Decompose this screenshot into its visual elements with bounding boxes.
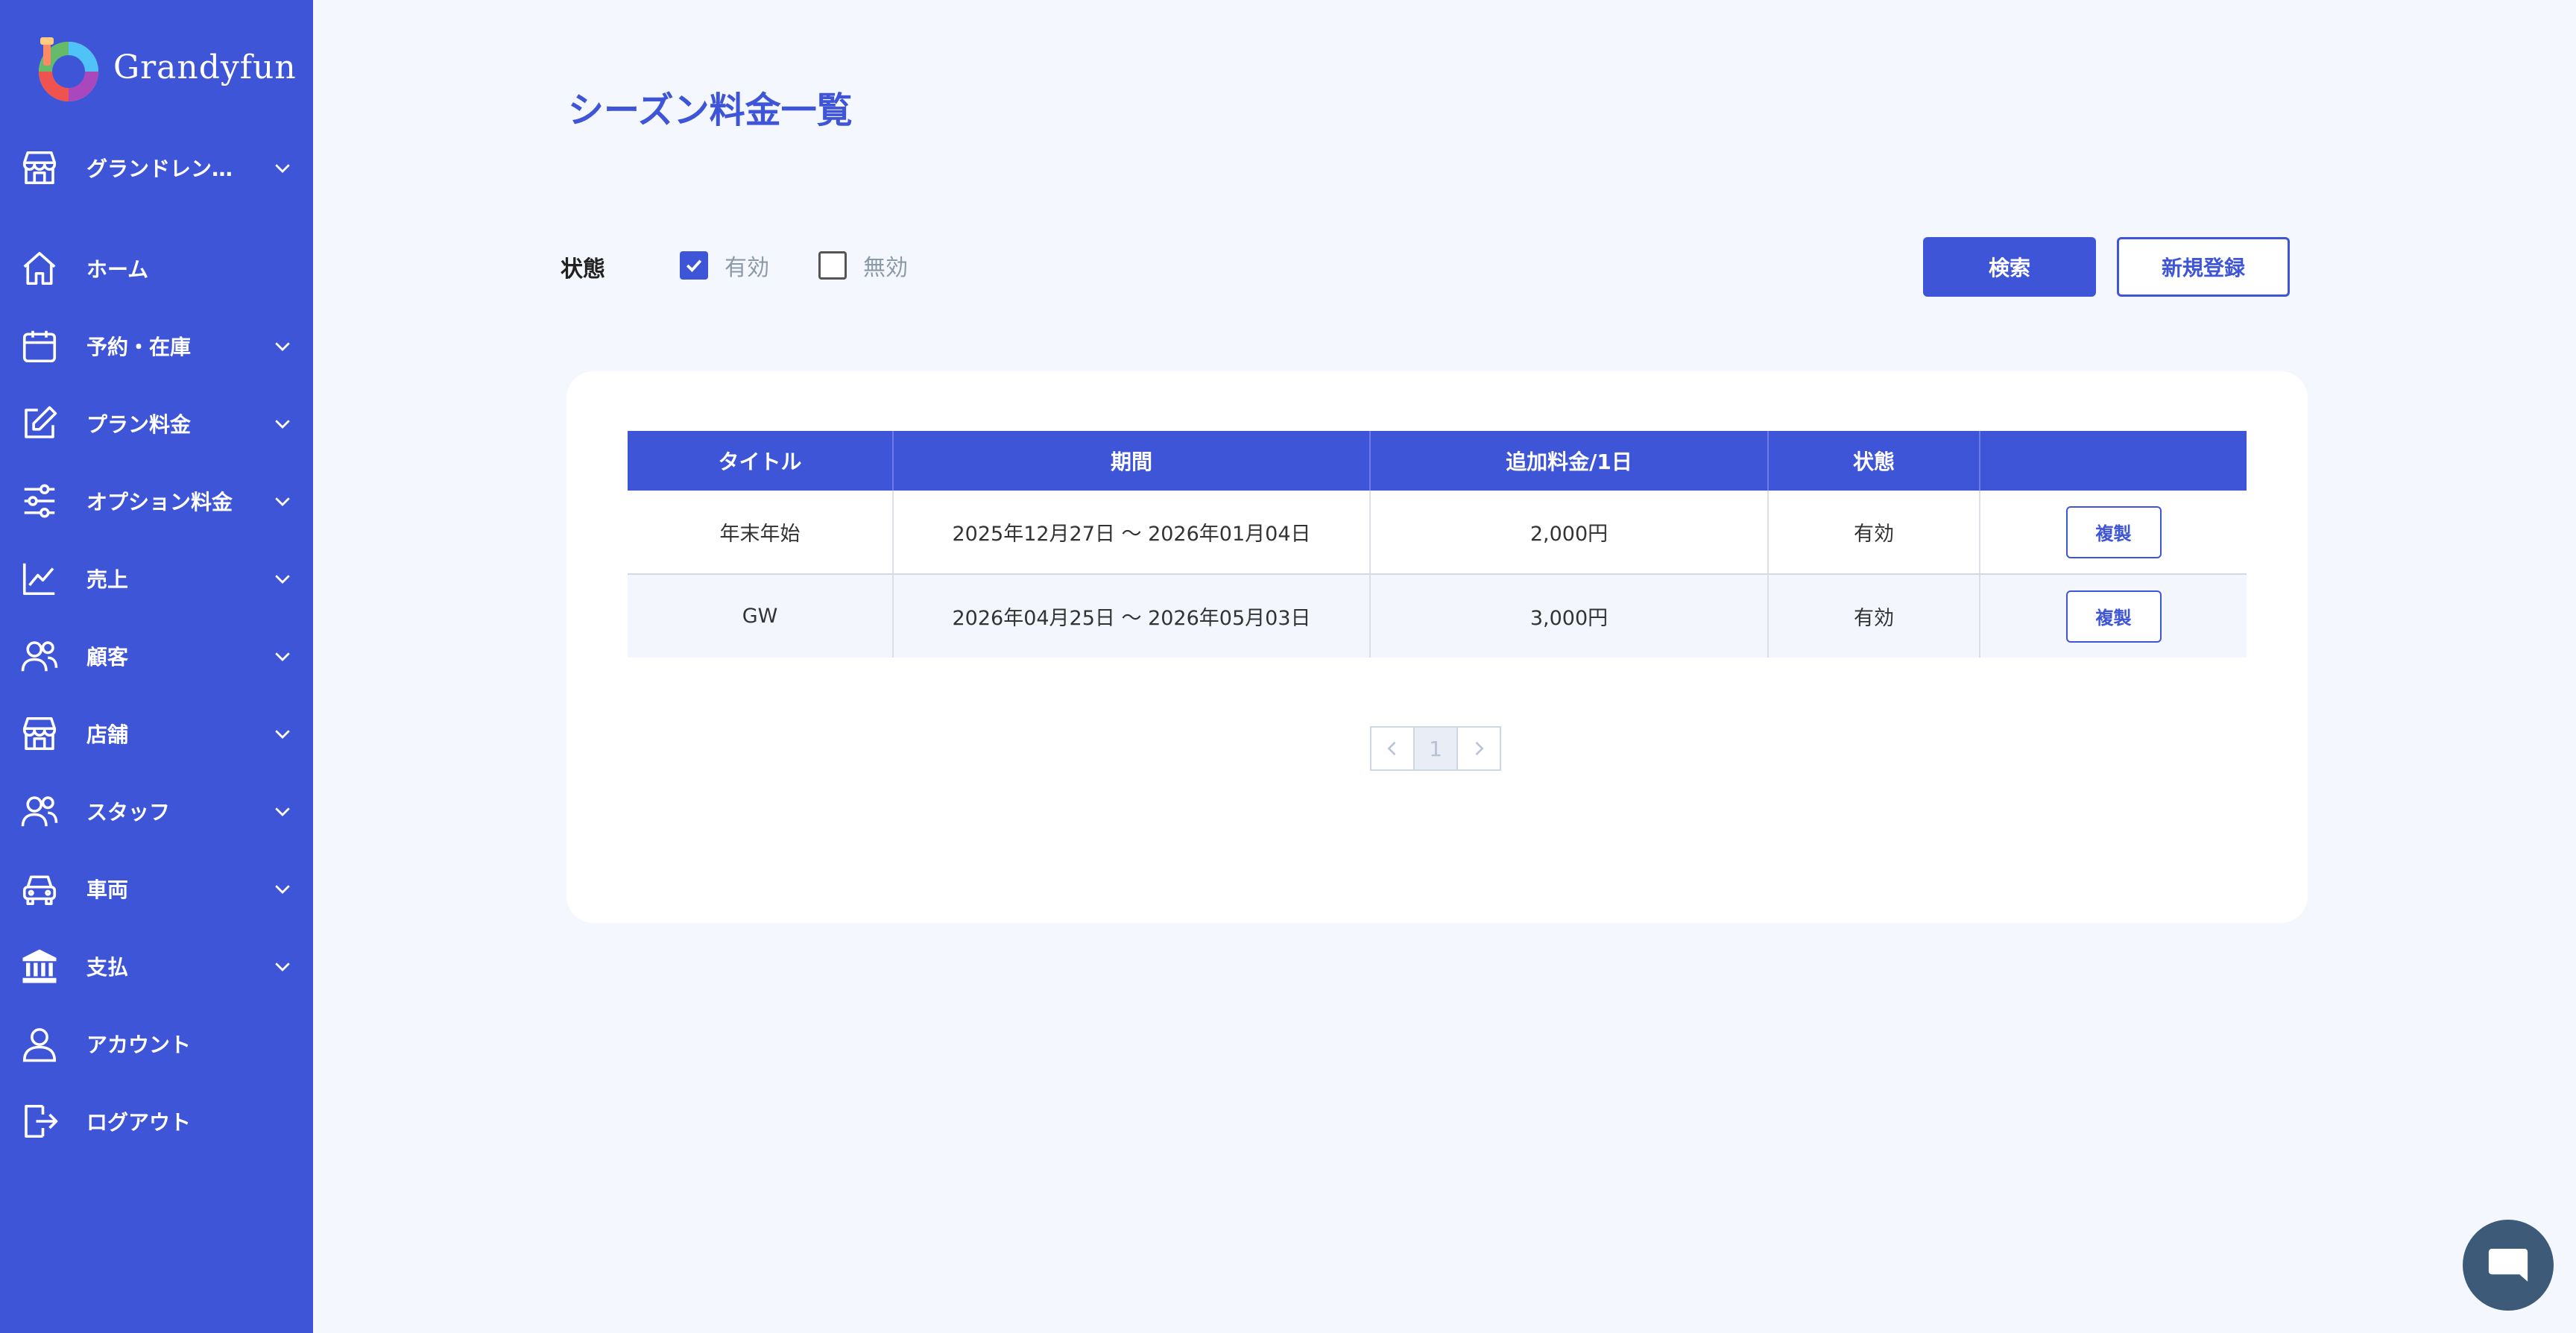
chevron-down-icon bbox=[270, 411, 295, 436]
chevron-left-icon bbox=[1387, 741, 1396, 756]
sidebar-item-label: 売上 bbox=[86, 567, 129, 592]
store-icon bbox=[19, 148, 60, 188]
sliders-icon bbox=[19, 481, 60, 521]
chevron-down-icon bbox=[270, 155, 295, 180]
chevron-down-icon bbox=[270, 798, 295, 824]
sidebar-item-logout[interactable]: ログアウト bbox=[19, 1091, 295, 1151]
chevron-down-icon bbox=[270, 643, 295, 669]
pagination-next-button[interactable] bbox=[1456, 726, 1501, 771]
column-header-actions bbox=[1980, 431, 2247, 491]
pagination-page-current[interactable]: 1 bbox=[1413, 726, 1458, 771]
search-button[interactable]: 検索 bbox=[1923, 237, 2096, 297]
cell-period: 2025年12月27日 〜 2026年01月04日 bbox=[893, 491, 1371, 575]
checkbox-label: 無効 bbox=[863, 255, 908, 281]
sidebar-item-account[interactable]: アカウント bbox=[19, 1014, 295, 1074]
sidebar-item-label: アカウント bbox=[86, 1033, 192, 1057]
cell-status: 有効 bbox=[1768, 574, 1980, 658]
pagination-prev-button[interactable] bbox=[1370, 726, 1415, 771]
chevron-down-icon bbox=[270, 566, 295, 591]
status-filter-label: 状態 bbox=[561, 256, 605, 283]
sidebar-item-stores[interactable]: 店舗 bbox=[19, 704, 295, 763]
sidebar-item-label: 予約・在庫 bbox=[86, 335, 192, 359]
column-header-period: 期間 bbox=[893, 431, 1371, 491]
user-icon bbox=[19, 1024, 60, 1064]
sidebar-item-vehicles[interactable]: 車両 bbox=[19, 859, 295, 918]
checkbox-unchecked-icon bbox=[818, 251, 847, 280]
cell-fee: 3,000円 bbox=[1370, 574, 1769, 658]
table-row: GW 2026年04月25日 〜 2026年05月03日 3,000円 有効 複… bbox=[628, 574, 2247, 658]
cell-actions: 複製 bbox=[1980, 574, 2247, 658]
sidebar-item-label: 支払 bbox=[86, 955, 129, 980]
sidebar-item-staff[interactable]: スタッフ bbox=[19, 781, 295, 841]
cell-status: 有効 bbox=[1768, 491, 1980, 575]
sidebar-item-label: オプション料金 bbox=[86, 490, 233, 514]
sidebar-item-option-pricing[interactable]: オプション料金 bbox=[19, 471, 295, 531]
car-icon bbox=[19, 869, 60, 909]
season-pricing-table: タイトル 期間 追加料金/1日 状態 年末年始 2025年12月27日 〜 20… bbox=[628, 431, 2247, 658]
table-header-row: タイトル 期間 追加料金/1日 状態 bbox=[628, 431, 2247, 491]
sidebar-item-customers[interactable]: 顧客 bbox=[19, 626, 295, 686]
duplicate-button[interactable]: 複製 bbox=[2065, 505, 2162, 558]
cell-actions: 複製 bbox=[1980, 491, 2247, 575]
sidebar-item-label: スタッフ bbox=[86, 800, 171, 825]
sidebar-item-label: プラン料金 bbox=[86, 412, 192, 437]
sidebar-item-label: ログアウト bbox=[86, 1110, 192, 1135]
sidebar-item-label: 店舗 bbox=[86, 722, 129, 747]
status-inactive-checkbox[interactable]: 無効 bbox=[818, 249, 908, 282]
pagination: 1 bbox=[1370, 726, 1501, 771]
chat-bubble-icon bbox=[2488, 1249, 2528, 1282]
chart-line-icon bbox=[19, 558, 60, 599]
bank-icon bbox=[19, 946, 60, 986]
sidebar-item-reservations[interactable]: 予約・在庫 bbox=[19, 316, 295, 376]
status-active-checkbox[interactable]: 有効 bbox=[680, 249, 769, 282]
home-icon bbox=[19, 248, 60, 289]
edit-icon bbox=[19, 403, 60, 444]
staff-icon bbox=[19, 791, 60, 831]
logo-text: Grandyfun bbox=[113, 48, 297, 86]
table-row: 年末年始 2025年12月27日 〜 2026年01月04日 2,000円 有効… bbox=[628, 491, 2247, 575]
chevron-down-icon bbox=[270, 333, 295, 359]
store-name: グランドレン… bbox=[86, 157, 233, 181]
checkbox-checked-icon bbox=[680, 251, 708, 280]
chevron-down-icon bbox=[270, 721, 295, 746]
column-header-fee: 追加料金/1日 bbox=[1370, 431, 1769, 491]
new-registration-button[interactable]: 新規登録 bbox=[2117, 237, 2290, 297]
chevron-down-icon bbox=[270, 954, 295, 979]
chevron-down-icon bbox=[270, 488, 295, 514]
sidebar-item-label: 車両 bbox=[86, 877, 129, 902]
sidebar-item-payments[interactable]: 支払 bbox=[19, 936, 295, 996]
users-icon bbox=[19, 636, 60, 676]
logo[interactable]: Grandyfun bbox=[30, 30, 297, 104]
sidebar: Grandyfun グランドレン… ホーム 予約・在庫 プラン料金 オプション料… bbox=[0, 0, 313, 1333]
logout-icon bbox=[19, 1101, 60, 1141]
cell-fee: 2,000円 bbox=[1370, 491, 1769, 575]
sidebar-item-plan-pricing[interactable]: プラン料金 bbox=[19, 394, 295, 453]
sidebar-item-label: ホーム bbox=[86, 257, 149, 282]
season-pricing-card: タイトル 期間 追加料金/1日 状態 年末年始 2025年12月27日 〜 20… bbox=[566, 371, 2308, 923]
store-icon bbox=[19, 713, 60, 754]
column-header-title: タイトル bbox=[628, 431, 894, 491]
page-title: シーズン料金一覧 bbox=[568, 89, 853, 131]
store-selector[interactable]: グランドレン… bbox=[19, 142, 295, 194]
cell-title: 年末年始 bbox=[628, 491, 894, 575]
calendar-icon bbox=[19, 326, 60, 366]
cell-period: 2026年04月25日 〜 2026年05月03日 bbox=[893, 574, 1371, 658]
chevron-down-icon bbox=[270, 876, 295, 901]
sidebar-item-home[interactable]: ホーム bbox=[19, 239, 295, 298]
checkbox-label: 有効 bbox=[724, 255, 769, 281]
logo-icon bbox=[39, 37, 98, 101]
chevron-right-icon bbox=[1475, 741, 1484, 756]
duplicate-button[interactable]: 複製 bbox=[2065, 590, 2162, 643]
column-header-status: 状態 bbox=[1768, 431, 1980, 491]
sidebar-item-label: 顧客 bbox=[86, 645, 129, 669]
cell-title: GW bbox=[628, 574, 894, 658]
sidebar-item-sales[interactable]: 売上 bbox=[19, 549, 295, 608]
chat-button[interactable] bbox=[2463, 1220, 2554, 1311]
